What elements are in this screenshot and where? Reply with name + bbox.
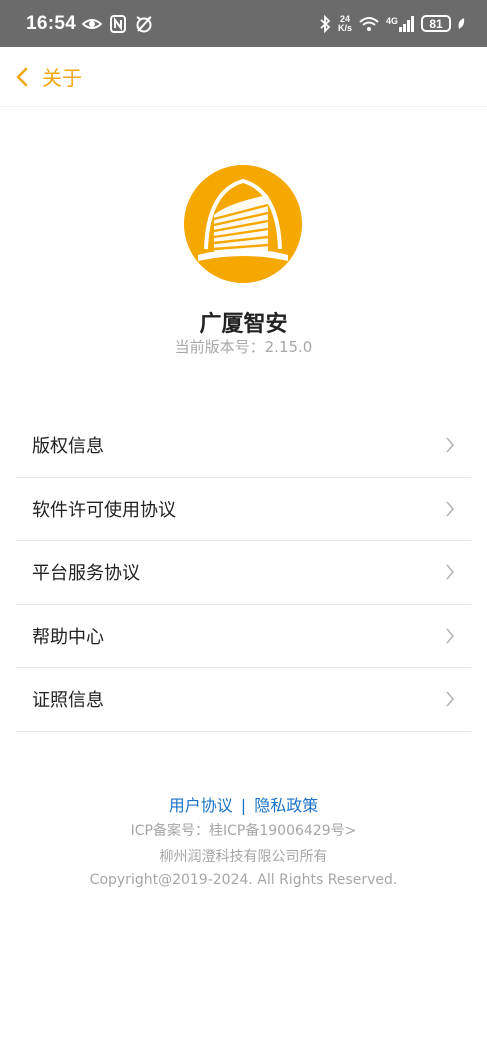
chevron-right-icon: [446, 691, 455, 707]
cellular-signal: 4G: [385, 15, 415, 32]
back-button[interactable]: 关于: [14, 62, 82, 91]
menu-item-label: 平台服务协议: [32, 563, 140, 585]
chevron-left-icon: [16, 67, 28, 86]
company-text: 柳州润澄科技有限公司所有: [159, 849, 328, 865]
chevron-right-icon: [446, 501, 455, 517]
status-bar: 16:54 24 K/s 4G 81: [0, 0, 487, 47]
menu-item-platform-service-agreement[interactable]: 平台服务协议: [16, 541, 471, 605]
app-name: 广厦智安: [199, 312, 288, 337]
menu-item-help-center[interactable]: 帮助中心: [16, 605, 471, 668]
app-logo: [184, 165, 302, 283]
chevron-right-icon: [446, 628, 455, 644]
nfc-icon: [110, 14, 127, 33]
network-speed-unit: K/s: [337, 22, 352, 33]
status-time: 16:54: [26, 12, 77, 34]
status-bar-right: 24 K/s 4G 81: [318, 14, 465, 33]
building-logo-icon: [184, 165, 302, 283]
alarm-off-icon: [136, 15, 152, 32]
user-agreement-link[interactable]: 用户协议: [169, 796, 233, 815]
leaf-icon: [458, 17, 465, 29]
wifi-icon: [359, 16, 379, 31]
nav-bar: 关于: [0, 47, 487, 107]
network-speed: 24 K/s: [337, 14, 352, 33]
copyright-text: Copyright@2019-2024. All Rights Reserved…: [89, 872, 398, 888]
chevron-right-icon: [446, 437, 455, 453]
menu-item-license-info[interactable]: 证照信息: [16, 668, 471, 732]
bluetooth-icon: [320, 14, 331, 33]
settings-menu: 版权信息 软件许可使用协议 平台服务协议 帮助中心 证照信息: [16, 414, 471, 732]
battery-indicator: 81: [421, 15, 451, 32]
menu-item-label: 帮助中心: [32, 626, 104, 648]
page-title: 关于: [42, 66, 82, 90]
eye-icon: [82, 18, 103, 29]
menu-item-software-license[interactable]: 软件许可使用协议: [16, 478, 471, 541]
app-version: 当前版本号：2.15.0: [174, 338, 313, 356]
menu-item-label: 软件许可使用协议: [32, 499, 176, 521]
icp-record-link[interactable]: ICP备案号：桂ICP备19006429号>: [0, 820, 487, 840]
menu-item-label: 版权信息: [32, 436, 104, 458]
menu-item-label: 证照信息: [32, 690, 104, 712]
network-type: 4G: [385, 15, 398, 26]
menu-item-copyright-info[interactable]: 版权信息: [16, 414, 471, 478]
status-bar-left: 16:54: [26, 13, 154, 35]
footer-links: 用户协议 | 隐私政策: [0, 792, 487, 816]
chevron-right-icon: [446, 564, 455, 580]
privacy-policy-link[interactable]: 隐私政策: [254, 796, 318, 815]
signal-bars-icon: [399, 15, 414, 32]
link-separator: |: [240, 796, 247, 815]
